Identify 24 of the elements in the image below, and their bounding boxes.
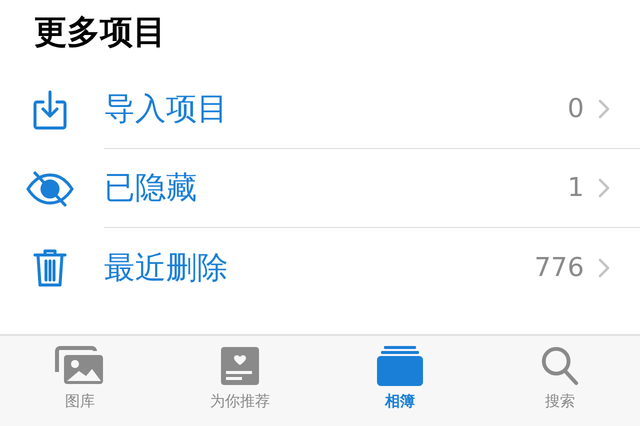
item-label: 导入项目 <box>104 90 229 129</box>
heart-card-icon <box>220 346 260 386</box>
item-label: 已隐藏 <box>104 169 198 208</box>
import-icon <box>32 90 68 130</box>
trash-icon <box>33 248 67 288</box>
item-count: 776 <box>534 252 584 282</box>
photos-icon <box>55 346 105 386</box>
tab[interactable]: 相簿 <box>320 336 480 426</box>
list-item[interactable]: 最近删除 776 <box>0 228 640 307</box>
tab[interactable]: 搜索 <box>480 336 640 426</box>
albums-icon <box>377 346 423 386</box>
hidden-eye-icon <box>25 170 75 206</box>
item-count: 0 <box>567 94 584 124</box>
tab[interactable]: 图库 <box>0 336 160 426</box>
chevron-icon <box>598 178 610 198</box>
chevron-icon <box>598 99 610 119</box>
search-icon <box>540 346 580 386</box>
chevron-icon <box>598 258 610 278</box>
list-item[interactable]: 已隐藏 1 <box>0 149 640 228</box>
section-title: 更多项目 <box>33 11 167 53</box>
item-count: 1 <box>567 173 584 203</box>
list-item[interactable]: 导入项目 0 <box>0 70 640 149</box>
tab[interactable]: 为你推荐 <box>160 336 320 426</box>
item-label: 最近删除 <box>104 248 229 288</box>
